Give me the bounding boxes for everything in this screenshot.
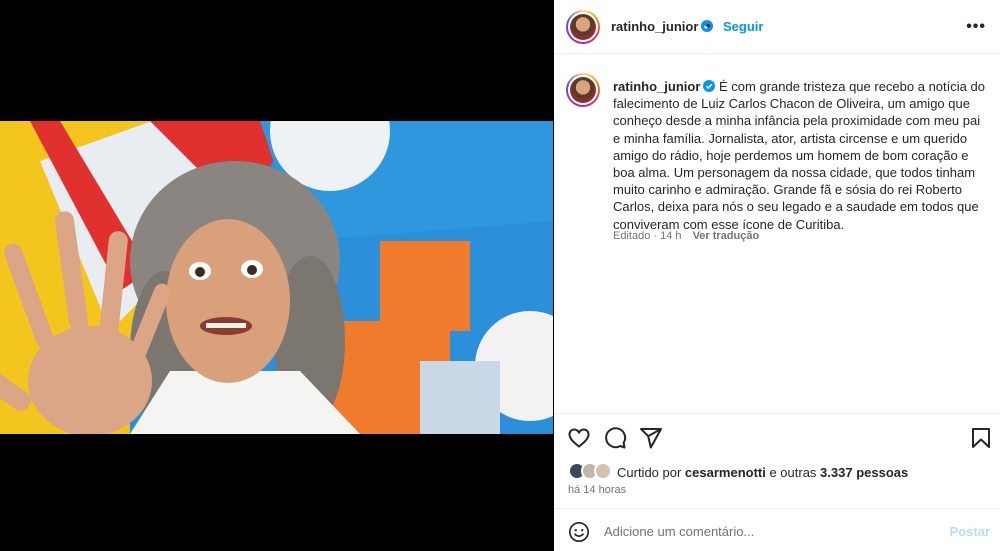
edited-timestamp: Editado · 14 h xyxy=(613,230,682,242)
liker-username[interactable]: cesarmenotti xyxy=(685,465,766,480)
post-photo[interactable] xyxy=(0,121,553,434)
photo-illustration xyxy=(0,121,553,434)
likes-prefix: Curtido por xyxy=(617,465,685,480)
author-username[interactable]: ratinho_junior xyxy=(611,19,714,34)
comment-bar: Postar xyxy=(554,508,1000,551)
post-timestamp[interactable]: há 14 horas xyxy=(568,484,626,496)
header-separator: • xyxy=(706,17,711,33)
action-bar xyxy=(554,413,1000,461)
heart-icon[interactable] xyxy=(567,426,591,450)
liker-avatars[interactable] xyxy=(568,462,614,482)
likes-suffix: e outras xyxy=(765,465,821,480)
caption-section: ratinho_junior É com grande tristeza que… xyxy=(554,55,1000,413)
avatar xyxy=(594,462,612,480)
share-icon[interactable] xyxy=(639,426,663,450)
likes-count[interactable]: 3.337 pessoas xyxy=(820,465,908,480)
emoji-icon[interactable] xyxy=(568,521,590,543)
translate-link[interactable]: Ver tradução xyxy=(693,230,760,242)
verified-icon xyxy=(703,80,716,92)
caption-meta: Editado · 14 h Ver tradução xyxy=(613,230,759,242)
post-header: ratinho_junior • Seguir ••• xyxy=(554,0,1000,54)
likes-text: Curtido por cesarmenotti e outras 3.337 … xyxy=(617,465,908,480)
comment-input[interactable] xyxy=(604,520,934,542)
caption-author-avatar[interactable] xyxy=(566,73,600,107)
more-icon[interactable]: ••• xyxy=(966,18,986,36)
comment-icon[interactable] xyxy=(603,426,627,450)
post-sidebar: ratinho_junior • Seguir ••• ratinho_juni… xyxy=(554,0,1000,551)
bookmark-icon[interactable] xyxy=(969,426,993,450)
post-comment-button[interactable]: Postar xyxy=(950,524,990,539)
author-avatar[interactable] xyxy=(566,10,600,44)
post-media-area xyxy=(0,0,553,551)
caption-body: É com grande tristeza que recebo a notíc… xyxy=(613,79,985,232)
follow-button[interactable]: Seguir xyxy=(723,19,763,34)
caption: ratinho_junior É com grande tristeza que… xyxy=(613,78,989,233)
caption-username[interactable]: ratinho_junior xyxy=(613,79,716,94)
